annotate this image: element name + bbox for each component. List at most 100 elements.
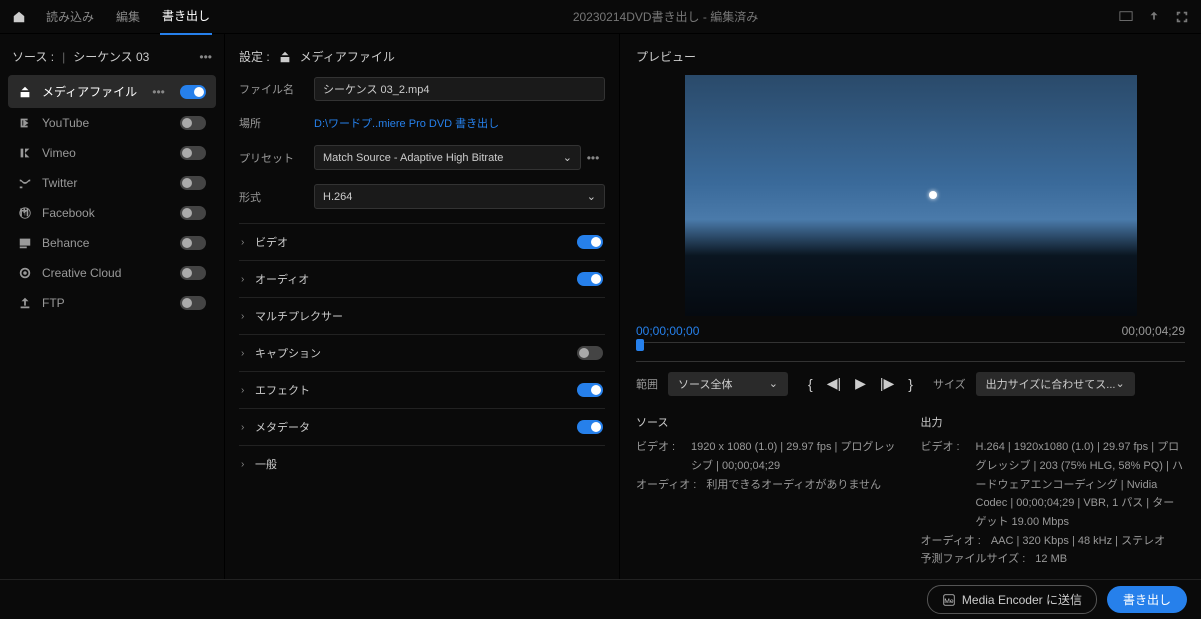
dest-label: Facebook (42, 206, 95, 220)
dest-toggle[interactable] (180, 85, 206, 99)
dest-label: Behance (42, 236, 89, 250)
range-select[interactable]: ソース全体⌄ (668, 372, 788, 396)
preview-video[interactable] (685, 75, 1137, 316)
dest-toggle[interactable] (180, 206, 206, 220)
preview-title: プレビュー (636, 44, 1185, 75)
chevron-down-icon: ⌄ (587, 190, 596, 203)
preset-select[interactable]: Match Source - Adaptive High Bitrate⌄ (314, 145, 581, 170)
sidebar-item-facebook[interactable]: f Facebook (8, 198, 216, 228)
timeline[interactable] (636, 342, 1185, 361)
sidebar-item-ftp[interactable]: FTP (8, 288, 216, 318)
topbar: 読み込み 編集 書き出し 20230214DVD書き出し - 編集済み (0, 0, 1201, 34)
dest-more-icon[interactable]: ••• (152, 85, 165, 99)
tab-edit[interactable]: 編集 (114, 0, 142, 34)
sidebar-item-twitter[interactable]: Twitter (8, 168, 216, 198)
dest-label: Vimeo (42, 146, 76, 160)
section-label: ビデオ (255, 234, 577, 250)
dest-icon: f (18, 206, 32, 220)
preset-more-icon[interactable]: ••• (581, 151, 605, 165)
dest-label: Twitter (42, 176, 77, 190)
document-title: 20230214DVD書き出し - 編集済み (212, 8, 1119, 25)
sidebar-item-vimeo[interactable]: Vimeo (8, 138, 216, 168)
dest-icon (18, 116, 32, 130)
dest-label: YouTube (42, 116, 89, 130)
info-source-video: 1920 x 1080 (1.0) | 29.97 fps | プログレッシブ … (691, 438, 901, 475)
preset-label: プリセット (239, 150, 314, 166)
size-label: サイズ (933, 376, 966, 392)
step-back-icon[interactable]: ◀| (827, 375, 841, 392)
dest-toggle[interactable] (180, 296, 206, 310)
dest-toggle[interactable] (180, 266, 206, 280)
step-forward-icon[interactable]: |▶ (880, 375, 894, 392)
fullscreen-icon[interactable] (1175, 10, 1189, 24)
chevron-right-icon: › (241, 237, 255, 248)
chevron-right-icon: › (241, 385, 255, 396)
sidebar-item-creativecloud[interactable]: Creative Cloud (8, 258, 216, 288)
section-toggle[interactable] (577, 272, 603, 286)
export-button[interactable]: 書き出し (1107, 586, 1187, 613)
section-ビデオ[interactable]: ›ビデオ (239, 223, 605, 260)
settings-target: メディアファイル (300, 48, 395, 65)
chevron-right-icon: › (241, 348, 255, 359)
section-toggle[interactable] (577, 235, 603, 249)
chevron-right-icon: › (241, 274, 255, 285)
workspace-icon[interactable] (1119, 10, 1133, 24)
tab-export[interactable]: 書き出し (160, 0, 212, 35)
section-マルチプレクサー[interactable]: ›マルチプレクサー (239, 297, 605, 334)
size-select[interactable]: 出力サイズに合わせてス...⌄ (976, 372, 1135, 396)
source-label: ソース : (12, 48, 54, 65)
source-header: ソース : | シーケンス 03 ••• (8, 44, 216, 75)
bottombar: Me Media Encoder に送信 書き出し (0, 579, 1201, 619)
info-filesize: 12 MB (1035, 550, 1067, 569)
section-label: マルチプレクサー (255, 308, 603, 324)
info-source-head: ソース (636, 414, 901, 433)
section-label: オーディオ (255, 271, 577, 287)
tab-import[interactable]: 読み込み (44, 0, 96, 34)
section-オーディオ[interactable]: ›オーディオ (239, 260, 605, 297)
info-source-audio: 利用できるオーディオがありません (706, 476, 881, 495)
timecode-start[interactable]: 00;00;00;00 (636, 324, 699, 338)
sidebar-item-behance[interactable]: Behance (8, 228, 216, 258)
sidebar-item-メディアファイル[interactable]: メディアファイル••• (8, 75, 216, 108)
info-output-video: H.264 | 1920x1080 (1.0) | 29.97 fps | プロ… (976, 438, 1186, 531)
settings-label: 設定 : (239, 48, 270, 65)
dest-label: Creative Cloud (42, 266, 121, 280)
playhead[interactable] (636, 339, 644, 351)
info-output-head: 出力 (921, 414, 1186, 433)
timecode-end[interactable]: 00;00;04;29 (1122, 324, 1185, 338)
section-エフェクト[interactable]: ›エフェクト (239, 371, 605, 408)
dest-toggle[interactable] (180, 176, 206, 190)
chevron-right-icon: › (241, 311, 255, 322)
mark-out-icon[interactable]: } (908, 376, 913, 392)
section-label: エフェクト (255, 382, 577, 398)
source-more-icon[interactable]: ••• (199, 50, 212, 64)
filename-input[interactable] (314, 77, 605, 101)
dest-icon (18, 236, 32, 250)
source-value[interactable]: シーケンス 03 (73, 48, 149, 65)
format-select[interactable]: H.264⌄ (314, 184, 605, 209)
section-キャプション[interactable]: ›キャプション (239, 334, 605, 371)
dest-toggle[interactable] (180, 146, 206, 160)
location-link[interactable]: D:\ワードプ..miere Pro DVD 書き出し (314, 118, 499, 130)
dest-toggle[interactable] (180, 116, 206, 130)
section-label: キャプション (255, 345, 577, 361)
dest-icon (18, 176, 32, 190)
dest-icon (18, 146, 32, 160)
chevron-down-icon: ⌄ (769, 377, 778, 390)
section-toggle[interactable] (577, 346, 603, 360)
section-label: メタデータ (255, 419, 577, 435)
dest-toggle[interactable] (180, 236, 206, 250)
mark-in-icon[interactable]: { (808, 376, 813, 392)
play-icon[interactable]: ▶ (855, 375, 866, 392)
section-toggle[interactable] (577, 420, 603, 434)
section-toggle[interactable] (577, 383, 603, 397)
sidebar-item-youtube[interactable]: YouTube (8, 108, 216, 138)
section-メタデータ[interactable]: ›メタデータ (239, 408, 605, 445)
svg-text:f: f (24, 211, 26, 218)
send-to-encoder-button[interactable]: Me Media Encoder に送信 (927, 585, 1097, 614)
chevron-down-icon: ⌄ (563, 151, 572, 164)
share-icon[interactable] (1147, 10, 1161, 24)
dest-icon (18, 85, 32, 99)
home-icon[interactable] (12, 10, 26, 24)
section-一般[interactable]: ›一般 (239, 445, 605, 482)
